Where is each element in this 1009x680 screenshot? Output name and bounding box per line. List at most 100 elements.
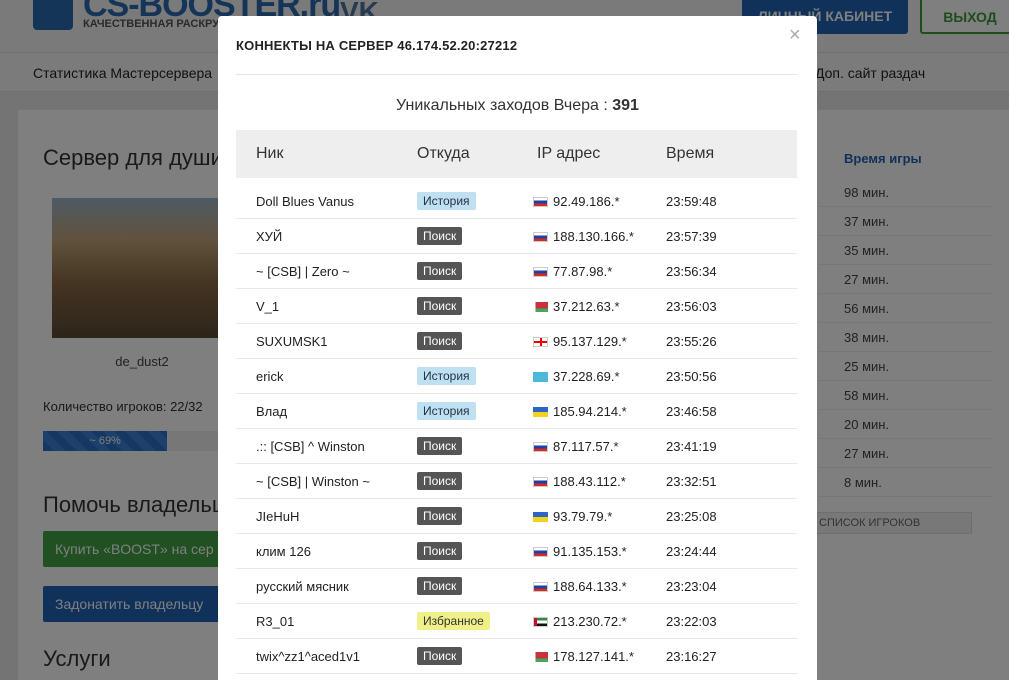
flag-ua-icon — [533, 512, 548, 522]
source-cell: История — [417, 367, 476, 385]
source-cell: Поиск — [417, 507, 463, 525]
ip-address: 95.137.129.* — [553, 334, 627, 349]
ip-address: 178.127.141.* — [553, 649, 634, 664]
nick-cell: Doll Blues Vanus — [256, 194, 355, 209]
column-header-source: Откуда — [417, 145, 470, 162]
nick-cell: SUXUMSK1 — [256, 334, 328, 349]
close-icon[interactable]: × — [789, 24, 801, 47]
flag-ru-icon — [533, 582, 548, 592]
column-header-nick: Ник — [256, 145, 284, 162]
flag-ru-icon — [533, 267, 548, 277]
flag-by-icon — [533, 652, 548, 662]
ip-cell: 77.87.98.* — [533, 264, 612, 279]
nick-cell: ХУЙ — [256, 229, 283, 244]
nick-cell: R3_01 — [256, 614, 295, 629]
unique-visits-value: 391 — [612, 97, 639, 114]
ip-address: 92.49.186.* — [553, 194, 620, 209]
source-cell: Поиск — [417, 577, 463, 595]
flag-by-icon — [533, 302, 548, 312]
ip-cell: 37.228.69.* — [533, 369, 620, 384]
ip-cell: 87.117.57.* — [533, 439, 619, 454]
source-cell: Поиск — [417, 647, 463, 665]
flag-kz-icon — [533, 372, 548, 382]
source-cell: Избранное — [417, 612, 490, 630]
ip-cell: 188.64.133.* — [533, 579, 627, 594]
source-cell: История — [417, 192, 476, 210]
ip-cell: 188.130.166.* — [533, 229, 634, 244]
ip-cell: 185.94.214.* — [533, 404, 627, 419]
ip-cell: 188.43.112.* — [533, 474, 626, 489]
table-header: Ник Откуда IP адрес Время — [236, 130, 797, 178]
nick-cell: ~ [CSB] | Winston ~ — [256, 474, 370, 489]
time-cell: 23:55:26 — [666, 334, 717, 349]
ip-address: 77.87.98.* — [553, 264, 613, 279]
table-row: JIeHuH Поиск 93.79.79.* 23:25:08 — [236, 499, 797, 534]
time-cell: 23:50:56 — [666, 369, 717, 384]
source-cell: Поиск — [417, 332, 463, 350]
ip-address: 188.43.112.* — [553, 474, 626, 489]
source-badge: История — [417, 402, 476, 420]
time-cell: 23:59:48 — [666, 194, 717, 209]
ip-cell: 91.135.153.* — [533, 544, 627, 559]
time-cell: 23:56:03 — [666, 299, 717, 314]
source-badge: Поиск — [417, 262, 463, 280]
table-row: русский мясник Поиск 188.64.133.* 23:23:04 — [236, 569, 797, 604]
time-cell: 23:56:34 — [666, 264, 717, 279]
table-row: клим 126 Поиск 91.135.153.* 23:24:44 — [236, 534, 797, 569]
ip-address: 188.64.133.* — [553, 579, 627, 594]
source-badge: Поиск — [417, 332, 463, 350]
flag-ua-icon — [533, 407, 548, 417]
source-cell: Поиск — [417, 297, 463, 315]
source-badge: Поиск — [417, 472, 463, 490]
nick-cell: клим 126 — [256, 544, 311, 559]
table-row: Влад История 185.94.214.* 23:46:58 — [236, 394, 797, 429]
source-cell: Поиск — [417, 437, 463, 455]
time-cell: 23:46:58 — [666, 404, 717, 419]
table-row: erick История 37.228.69.* 23:50:56 — [236, 359, 797, 394]
nick-cell: JIeHuH — [256, 509, 300, 524]
source-badge: Поиск — [417, 542, 463, 560]
time-cell: 23:32:51 — [666, 474, 717, 489]
ip-cell: 37.212.63.* — [533, 299, 620, 314]
source-badge: Избранное — [417, 612, 490, 630]
table-row: SUXUMSK1 Поиск 95.137.129.* 23:55:26 — [236, 324, 797, 359]
nick-cell: ~ [CSB] | Zero ~ — [256, 264, 350, 279]
column-header-time: Время — [666, 145, 715, 162]
source-badge: Поиск — [417, 577, 463, 595]
connections-modal: КОННЕКТЫ НА СЕРВЕР 46.174.52.20:27212 × … — [218, 16, 817, 680]
nick-cell: V_1 — [256, 299, 280, 314]
table-body: Doll Blues Vanus История 92.49.186.* 23:59:… — [236, 184, 797, 674]
ip-address: 188.130.166.* — [553, 229, 634, 244]
source-badge: История — [417, 367, 476, 385]
table-row: ~ [CSB] | Zero ~ Поиск 77.87.98.* 23:56:34 — [236, 254, 797, 289]
ip-address: 37.212.63.* — [553, 299, 620, 314]
table-row: Doll Blues Vanus История 92.49.186.* 23:59:… — [236, 184, 797, 219]
unique-visits-label: Уникальных заходов Вчера : — [396, 97, 613, 114]
table-row: ~ [CSB] | Winston ~ Поиск 188.43.112.* 23:3… — [236, 464, 797, 499]
table-row: .:: [CSB] ^ Winston Поиск 87.117.57.* 23:41… — [236, 429, 797, 464]
flag-ge-icon — [533, 337, 548, 347]
time-cell: 23:23:04 — [666, 579, 717, 594]
flag-ae-icon — [533, 617, 548, 627]
source-badge: История — [417, 192, 476, 210]
ip-address: 93.79.79.* — [553, 509, 613, 524]
ip-address: 185.94.214.* — [553, 404, 627, 419]
table-row: twix^zz1^aced1v1 Поиск 178.127.141.* 23:16:… — [236, 639, 797, 674]
time-cell: 23:41:19 — [666, 439, 717, 454]
modal-title: КОННЕКТЫ НА СЕРВЕР 46.174.52.20:27212 — [236, 38, 518, 53]
flag-ru-icon — [533, 477, 548, 487]
ip-address: 213.230.72.* — [553, 614, 627, 629]
ip-cell: 95.137.129.* — [533, 334, 627, 349]
nick-cell: русский мясник — [256, 579, 349, 594]
source-badge: Поиск — [417, 227, 463, 245]
time-cell: 23:25:08 — [666, 509, 717, 524]
source-badge: Поиск — [417, 437, 463, 455]
ip-cell: 213.230.72.* — [533, 614, 627, 629]
nick-cell: twix^zz1^aced1v1 — [256, 649, 360, 664]
source-cell: История — [417, 402, 476, 420]
source-badge: Поиск — [417, 507, 463, 525]
source-cell: Поиск — [417, 262, 463, 280]
time-cell: 23:24:44 — [666, 544, 717, 559]
time-cell: 23:57:39 — [666, 229, 717, 244]
ip-cell: 178.127.141.* — [533, 649, 634, 664]
